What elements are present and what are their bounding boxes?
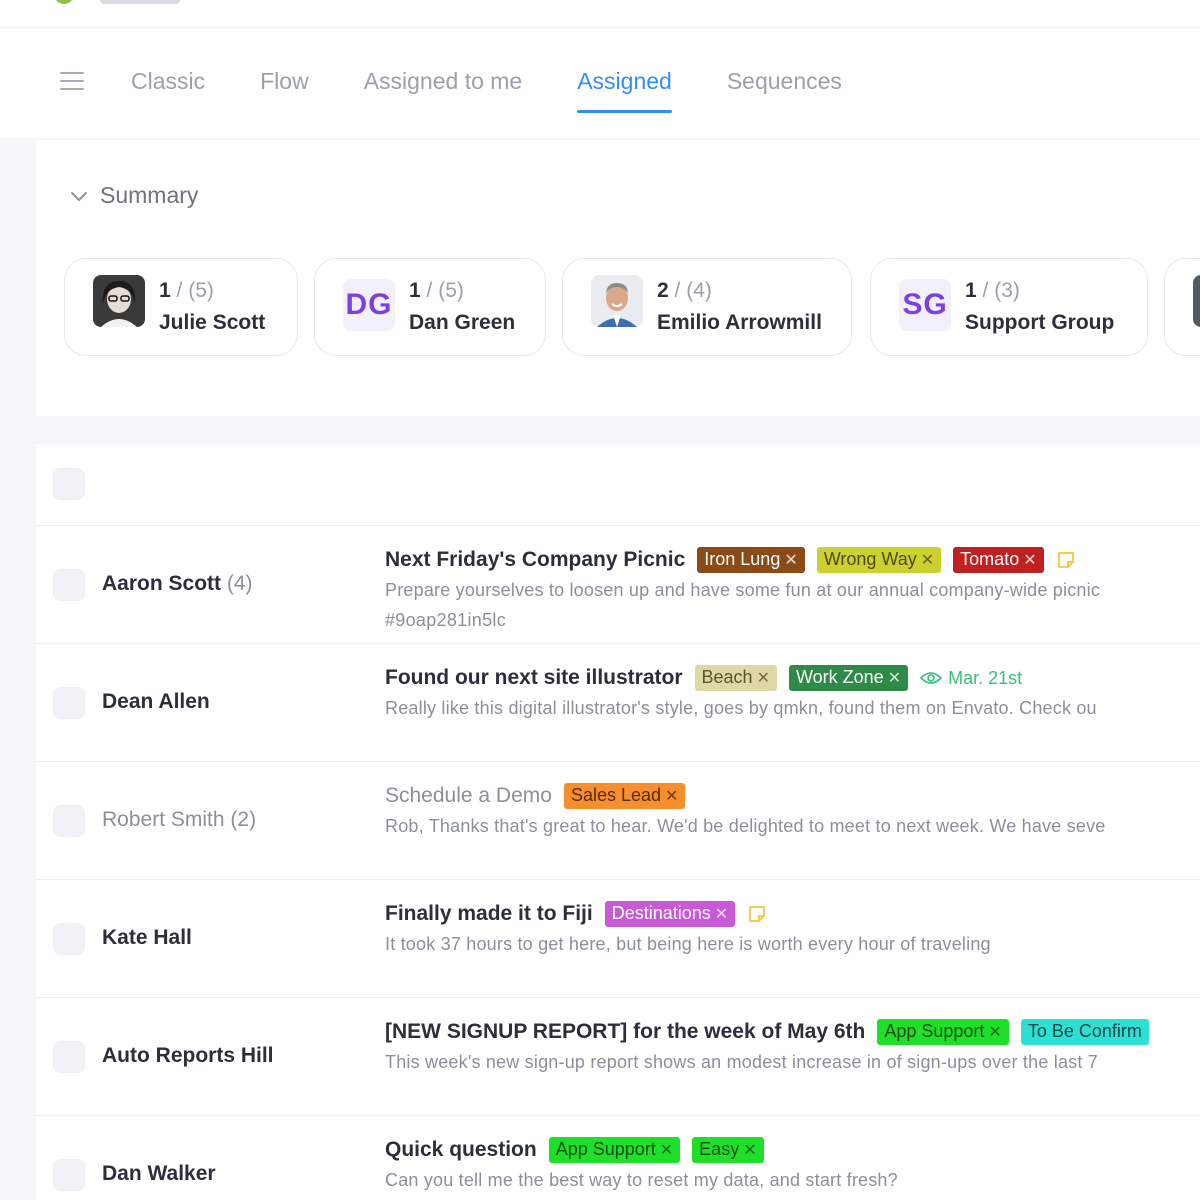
- sender-name: Kate Hall: [102, 926, 192, 949]
- assigned-count: 1 / (5): [159, 279, 214, 302]
- row-checkbox[interactable]: [53, 805, 85, 837]
- message-preview: Prepare yourselves to loosen up and have…: [385, 580, 1101, 600]
- subject-line: Found our next site illustrator Beach ✕ W…: [385, 665, 1022, 691]
- subject-line: [NEW SIGNUP REPORT] for the week of May …: [385, 1019, 1149, 1045]
- close-icon[interactable]: ✕: [660, 1140, 673, 1160]
- view-nav: Classic Flow Assigned to me Assigned Seq…: [0, 28, 1200, 138]
- subject: Found our next site illustrator: [385, 666, 683, 689]
- assignee-card-support-group[interactable]: SG 1 / (3) Support Group: [870, 258, 1148, 356]
- tag-tomato: Tomato ✕: [953, 547, 1044, 573]
- avatar-initials: SG: [899, 279, 951, 331]
- tag-iron-lung: Iron Lung ✕: [697, 547, 805, 573]
- assigned-count: 1 / (3): [965, 279, 1020, 302]
- note-icon[interactable]: [747, 904, 767, 924]
- tag-beach: Beach ✕: [694, 665, 777, 691]
- assignee-summary-cards: 1 / (5) Julie Scott DG 1 / (5) Dan Green: [64, 258, 1200, 358]
- tab-sequences[interactable]: Sequences: [727, 68, 842, 113]
- assignee-name: Support Group: [965, 311, 1115, 334]
- table-row[interactable]: Robert Smith (2) Schedule a Demo Sales L…: [36, 762, 1200, 880]
- message-preview: Can you tell me the best way to reset my…: [385, 1170, 898, 1190]
- close-icon[interactable]: ✕: [743, 1140, 756, 1160]
- app-logo: [54, 0, 74, 4]
- select-all-checkbox[interactable]: [53, 468, 85, 500]
- close-icon[interactable]: ✕: [921, 550, 934, 570]
- close-icon[interactable]: ✕: [665, 786, 678, 806]
- message-preview: This week's new sign-up report shows an …: [385, 1052, 1098, 1072]
- subject: [NEW SIGNUP REPORT] for the week of May …: [385, 1020, 866, 1043]
- app-logo-text: [100, 0, 180, 4]
- tag-destinations: Destinations ✕: [604, 901, 736, 927]
- subject-line: Next Friday's Company Picnic Iron Lung ✕ …: [385, 547, 1076, 573]
- tag-easy: Easy ✕: [692, 1137, 764, 1163]
- assignee-name: Emilio Arrowmill: [657, 311, 822, 334]
- avatar: [93, 275, 145, 327]
- close-icon[interactable]: ✕: [1023, 550, 1036, 570]
- message-preview: It took 37 hours to get here, but being …: [385, 934, 991, 954]
- tag-app-support: App Support ✕: [548, 1137, 681, 1163]
- table-row[interactable]: Kate Hall Finally made it to Fiji Destin…: [36, 880, 1200, 998]
- subject: Next Friday's Company Picnic: [385, 548, 686, 571]
- tag-work-zone: Work Zone ✕: [788, 665, 909, 691]
- avatar: [591, 275, 643, 327]
- close-icon[interactable]: ✕: [715, 904, 728, 924]
- sender-name: Dean Allen: [102, 690, 210, 713]
- sender-name: Robert Smith (2): [102, 808, 257, 831]
- assignee-name: Julie Scott: [159, 311, 266, 334]
- list-header: [36, 444, 1200, 526]
- menu-icon[interactable]: [60, 72, 84, 92]
- subject-line: Quick question App Support ✕ Easy ✕: [385, 1137, 764, 1163]
- tag-wrong-way: Wrong Way ✕: [816, 547, 942, 573]
- view-tabs: Classic Flow Assigned to me Assigned Seq…: [131, 68, 897, 113]
- close-icon[interactable]: ✕: [784, 550, 797, 570]
- message-preview: Really like this digital illustrator's s…: [385, 698, 1097, 718]
- assignee-name: Dan Green: [409, 311, 516, 334]
- sender-name: Dan Walker: [102, 1162, 216, 1185]
- subject-line: Schedule a Demo Sales Lead ✕: [385, 783, 686, 809]
- section-divider: [36, 416, 1200, 444]
- due-date[interactable]: Mar. 21st: [920, 668, 1022, 689]
- summary-toggle[interactable]: Summary: [68, 182, 198, 209]
- assignee-card-emilio-arrowmill[interactable]: 2 / (4) Emilio Arrowmill: [562, 258, 852, 356]
- sender-name: Aaron Scott (4): [102, 572, 253, 595]
- summary-label: Summary: [100, 182, 199, 208]
- assignee-card-dan-green[interactable]: DG 1 / (5) Dan Green: [314, 258, 546, 356]
- note-icon[interactable]: [1056, 550, 1076, 570]
- close-icon[interactable]: ✕: [988, 1022, 1001, 1042]
- close-icon[interactable]: ✕: [757, 668, 770, 688]
- table-row[interactable]: Dean Allen Found our next site illustrat…: [36, 644, 1200, 762]
- tag-app-support: App Support ✕: [877, 1019, 1009, 1045]
- subject: Schedule a Demo: [385, 784, 552, 807]
- sender-name: Auto Reports Hill: [102, 1044, 274, 1067]
- row-checkbox[interactable]: [53, 1041, 85, 1073]
- assignee-card-julie-scott[interactable]: 1 / (5) Julie Scott: [64, 258, 298, 356]
- table-row[interactable]: Auto Reports Hill [NEW SIGNUP REPORT] fo…: [36, 998, 1200, 1116]
- avatar: [1193, 275, 1200, 327]
- tab-assigned[interactable]: Assigned: [577, 68, 672, 113]
- eye-icon: [920, 672, 943, 684]
- row-checkbox[interactable]: [53, 569, 85, 601]
- chevron-down-icon: [71, 191, 87, 201]
- assigned-count: 2 / (4): [657, 279, 712, 302]
- table-row[interactable]: Dan Walker Quick question App Support ✕ E…: [36, 1116, 1200, 1200]
- tag-to-be-confirmed: To Be Confirm: [1020, 1019, 1149, 1045]
- message-preview: Rob, Thanks that's great to hear. We'd b…: [385, 816, 1106, 836]
- row-checkbox[interactable]: [53, 923, 85, 955]
- close-icon[interactable]: ✕: [888, 668, 901, 688]
- subject: Finally made it to Fiji: [385, 902, 593, 925]
- app-topbar: [0, 0, 1200, 28]
- row-checkbox[interactable]: [53, 1159, 85, 1191]
- tab-flow[interactable]: Flow: [260, 68, 309, 113]
- assigned-count: 1 / (5): [409, 279, 464, 302]
- table-row[interactable]: Aaron Scott (4) Next Friday's Company Pi…: [36, 526, 1200, 644]
- main-panel: Summary 1 / (5) Julie Scott DG 1 / (5) D…: [36, 140, 1200, 1200]
- tab-assigned-to-me[interactable]: Assigned to me: [364, 68, 523, 113]
- row-checkbox[interactable]: [53, 687, 85, 719]
- avatar-initials: DG: [343, 279, 395, 331]
- message-preview-id: #9oap281in5lc: [385, 610, 507, 630]
- subject: Quick question: [385, 1138, 537, 1161]
- tab-classic[interactable]: Classic: [131, 68, 205, 113]
- assignee-card-partial[interactable]: [1164, 258, 1200, 356]
- tag-sales-lead: Sales Lead ✕: [563, 783, 686, 809]
- subject-line: Finally made it to Fiji Destinations ✕: [385, 901, 767, 927]
